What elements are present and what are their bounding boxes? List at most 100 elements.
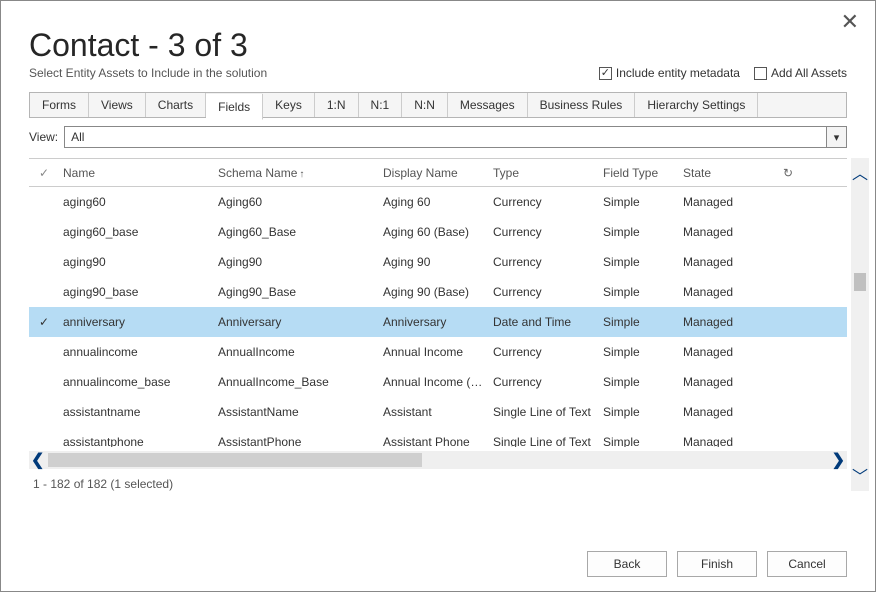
cell-state: Managed [679,435,779,447]
cell-name: annualincome [59,345,214,359]
tab-1-n[interactable]: 1:N [315,93,359,117]
cell-fieldtype: Simple [599,405,679,419]
view-label: View: [29,130,58,144]
cell-state: Managed [679,255,779,269]
cell-schema: Aging90_Base [214,285,379,299]
cell-state: Managed [679,375,779,389]
scroll-thumb[interactable] [854,273,866,291]
cell-state: Managed [679,345,779,359]
table-row[interactable]: aging60Aging60Aging 60CurrencySimpleMana… [29,187,847,217]
view-dropdown[interactable]: All ▾ [64,126,847,148]
cell-name: annualincome_base [59,375,214,389]
cell-display: Assistant [379,405,489,419]
cell-type: Currency [489,375,599,389]
view-row: View: All ▾ [29,126,847,148]
cell-schema: AnnualIncome_Base [214,375,379,389]
column-header-state[interactable]: State [679,166,779,180]
cell-schema: AnnualIncome [214,345,379,359]
scroll-track[interactable] [48,453,827,467]
status-text: 1 - 182 of 182 (1 selected) [29,477,847,491]
add-all-assets-label: Add All Assets [771,66,847,80]
cell-schema: Aging60 [214,195,379,209]
cell-name: assistantphone [59,435,214,447]
scroll-right-icon[interactable]: ❯ [832,450,845,470]
tab-hierarchy-settings[interactable]: Hierarchy Settings [635,93,758,117]
cell-name: aging60_base [59,225,214,239]
cell-schema: AssistantName [214,405,379,419]
table-row[interactable]: assistantphoneAssistantPhoneAssistant Ph… [29,427,847,447]
column-header-fieldtype[interactable]: Field Type [599,166,679,180]
table-row[interactable]: aging90Aging90Aging 90CurrencySimpleMana… [29,247,847,277]
cell-schema: AssistantPhone [214,435,379,447]
tab-spacer [758,93,846,117]
cell-type: Currency [489,225,599,239]
column-header-schema-label: Schema Name [218,166,297,180]
table-row[interactable]: annualincome_baseAnnualIncome_BaseAnnual… [29,367,847,397]
column-header-type[interactable]: Type [489,166,599,180]
horizontal-scrollbar[interactable]: ❮ ❯ [29,451,847,469]
tab-fields[interactable]: Fields [206,94,263,120]
select-all-checkbox[interactable]: ✓ [29,166,59,180]
tab-business-rules[interactable]: Business Rules [528,93,636,117]
table-row[interactable]: ✓anniversaryAnniversaryAnniversaryDate a… [29,307,847,337]
cell-schema: Anniversary [214,315,379,329]
cell-type: Date and Time [489,315,599,329]
tab-messages[interactable]: Messages [448,93,528,117]
table-row[interactable]: aging90_baseAging90_BaseAging 90 (Base)C… [29,277,847,307]
tab-strip: FormsViewsChartsFieldsKeys1:NN:1N:NMessa… [29,92,847,118]
dialog-contact-assets: ✕ Contact - 3 of 3 Select Entity Assets … [0,0,876,592]
tab-n-n[interactable]: N:N [402,93,448,117]
cell-fieldtype: Simple [599,345,679,359]
cell-type: Single Line of Text [489,435,599,447]
cell-name: aging90 [59,255,214,269]
checkbox-icon [754,67,767,80]
page-subtitle: Select Entity Assets to Include in the s… [29,66,267,80]
add-all-assets-checkbox[interactable]: Add All Assets [754,66,847,80]
cell-fieldtype: Simple [599,195,679,209]
checkbox-icon: ✓ [599,67,612,80]
cell-fieldtype: Simple [599,255,679,269]
entity-options: ✓ Include entity metadata Add All Assets [599,66,847,80]
close-icon[interactable]: ✕ [841,11,859,33]
include-metadata-checkbox[interactable]: ✓ Include entity metadata [599,66,740,80]
table-row[interactable]: annualincomeAnnualIncomeAnnual IncomeCur… [29,337,847,367]
view-selected-value: All [71,130,84,144]
back-button[interactable]: Back [587,551,667,577]
column-header-schema[interactable]: Schema Name↑ [214,166,379,180]
cancel-button[interactable]: Cancel [767,551,847,577]
cell-fieldtype: Simple [599,375,679,389]
scroll-left-icon[interactable]: ❮ [31,450,44,470]
scroll-thumb[interactable] [48,453,422,467]
refresh-icon[interactable]: ↻ [779,166,795,180]
cell-state: Managed [679,225,779,239]
scroll-down-icon[interactable]: ﹀ [852,459,868,491]
tab-keys[interactable]: Keys [263,93,315,117]
chevron-down-icon: ▾ [826,127,846,147]
cell-state: Managed [679,285,779,299]
table-row[interactable]: aging60_baseAging60_BaseAging 60 (Base)C… [29,217,847,247]
cell-type: Currency [489,285,599,299]
tab-charts[interactable]: Charts [146,93,206,117]
scroll-up-icon[interactable]: ﹀ [852,158,868,190]
cell-name: aging90_base [59,285,214,299]
finish-button[interactable]: Finish [677,551,757,577]
tab-n-1[interactable]: N:1 [359,93,403,117]
vertical-scrollbar[interactable]: ﹀ ﹀ [851,158,869,491]
tab-views[interactable]: Views [89,93,146,117]
grid-header: ✓ Name Schema Name↑ Display Name Type Fi… [29,159,847,187]
tab-forms[interactable]: Forms [30,93,89,117]
cell-type: Currency [489,195,599,209]
column-header-display[interactable]: Display Name [379,166,489,180]
grid-area: ✓ Name Schema Name↑ Display Name Type Fi… [29,158,847,491]
cell-schema: Aging90 [214,255,379,269]
cell-state: Managed [679,405,779,419]
cell-display: Annual Income (… [379,375,489,389]
cell-state: Managed [679,315,779,329]
grid-body: aging60Aging60Aging 60CurrencySimpleMana… [29,187,847,447]
cell-fieldtype: Simple [599,225,679,239]
table-row[interactable]: assistantnameAssistantNameAssistantSingl… [29,397,847,427]
column-header-name[interactable]: Name [59,166,214,180]
cell-name: aging60 [59,195,214,209]
cell-type: Single Line of Text [489,405,599,419]
cell-type: Currency [489,345,599,359]
